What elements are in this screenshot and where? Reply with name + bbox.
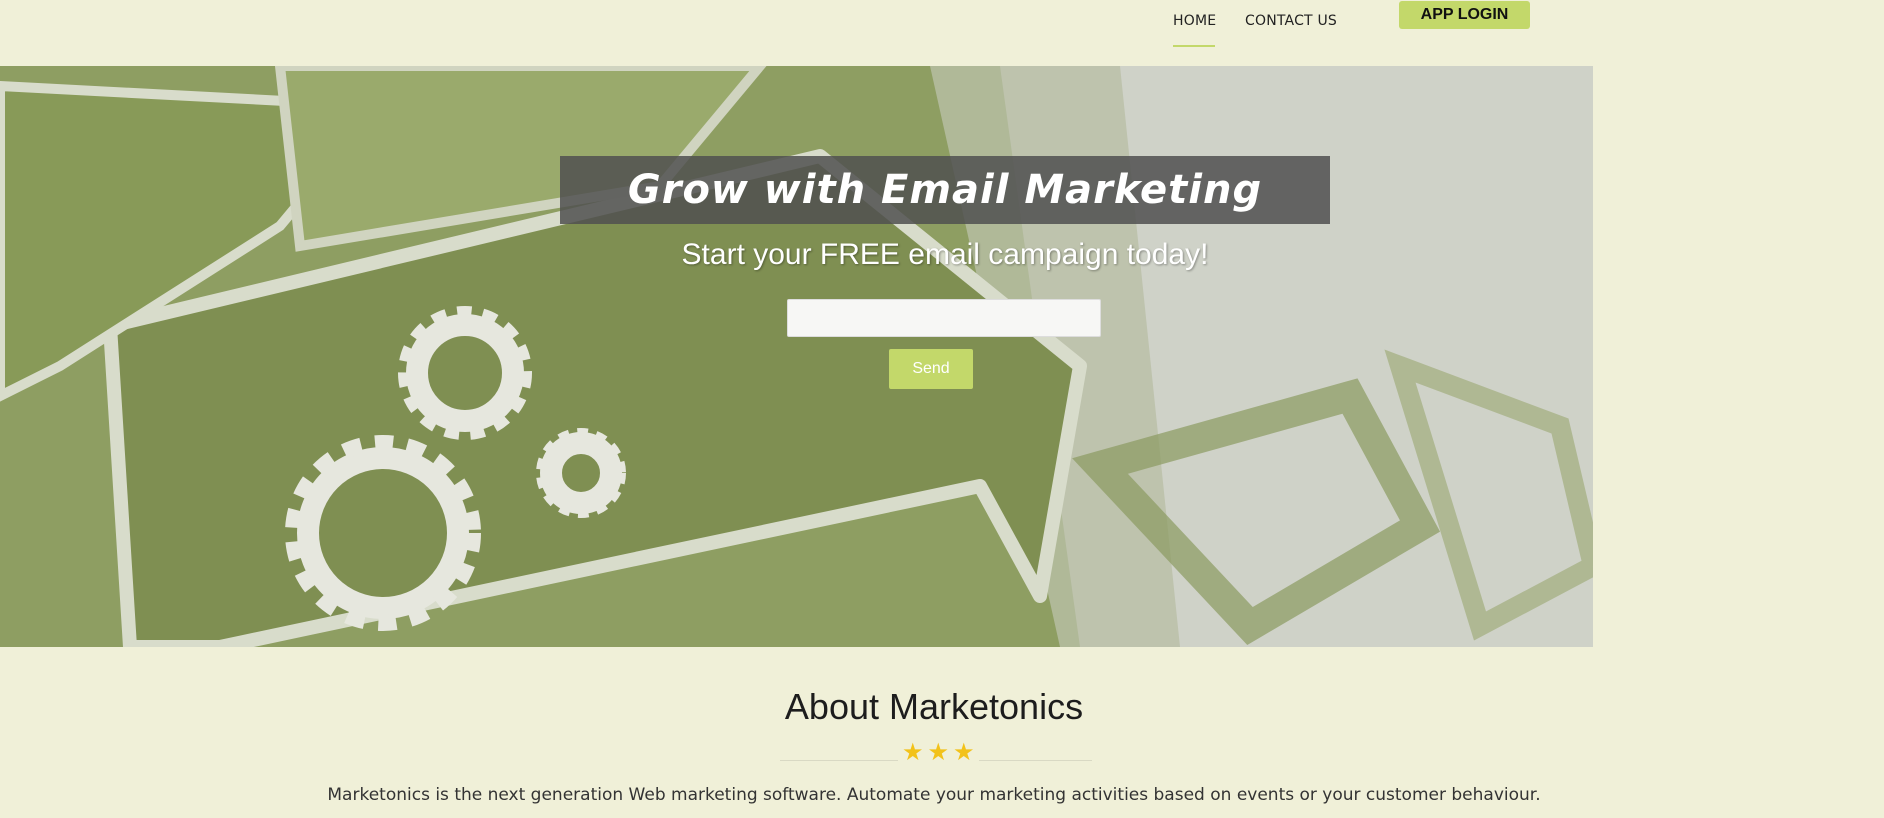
hero-banner: Grow with Email Marketing Start your FRE…: [0, 66, 1593, 647]
hero-subtitle: Start your FREE email campaign today!: [681, 238, 1209, 271]
header: HOME CONTACT US APP LOGIN: [0, 0, 1884, 66]
send-button[interactable]: Send: [889, 349, 973, 389]
nav-contact-link[interactable]: CONTACT US: [1245, 13, 1337, 29]
about-title: About Marketonics: [784, 686, 1084, 727]
hero-background-illustration: [0, 66, 1593, 647]
page: HOME CONTACT US APP LOGIN Grow with Emai…: [0, 0, 1884, 818]
rating-stars: ★ ★ ★: [898, 738, 979, 766]
nav-home-link[interactable]: HOME: [1173, 13, 1216, 29]
app-login-button[interactable]: APP LOGIN: [1399, 1, 1530, 29]
email-input[interactable]: [787, 299, 1101, 337]
nav-active-indicator: [1173, 45, 1215, 47]
star-icon: ★: [927, 738, 950, 766]
star-icon: ★: [902, 738, 924, 766]
star-icon: ★: [953, 738, 975, 766]
hero-title: Grow with Email Marketing: [627, 167, 1263, 213]
about-description: Marketonics is the next generation Web m…: [327, 785, 1541, 805]
